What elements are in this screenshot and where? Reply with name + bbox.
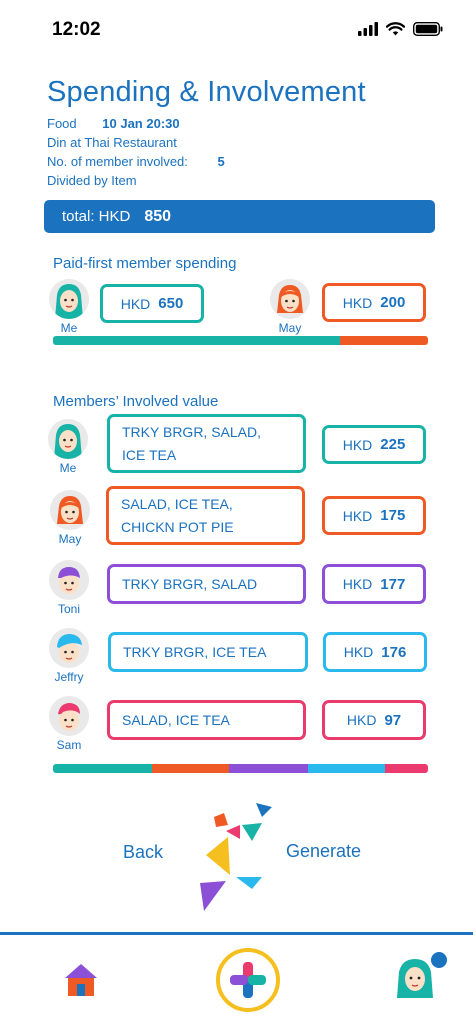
share-segment-toni	[229, 764, 308, 773]
items-line: CHICKN POT PIE	[121, 518, 234, 535]
paid-avatar-me[interactable]: Me	[44, 279, 94, 335]
avatar	[49, 628, 89, 668]
currency-label: HKD	[342, 294, 373, 311]
involved-avatar-may[interactable]: May	[45, 490, 95, 546]
total-value: 850	[144, 207, 172, 225]
involved-amount-jeffry: HKD 176	[323, 632, 427, 672]
page-title: Spending & Involvement	[47, 76, 366, 108]
involved-avatar-sam[interactable]: Sam	[44, 696, 94, 752]
back-button[interactable]: Back	[123, 842, 163, 863]
battery-icon	[413, 22, 443, 36]
place-line: Din at Thai Restaurant	[47, 135, 177, 150]
share-segment-me	[53, 764, 153, 773]
amount-value: 97	[384, 711, 402, 729]
paid-avatar-may[interactable]: May	[265, 279, 315, 335]
involved-amount-may: HKD 175	[322, 496, 426, 535]
avatar	[270, 279, 310, 319]
avatar	[49, 560, 89, 600]
amount-value: 650	[158, 295, 184, 312]
involved-share-bar	[53, 764, 428, 773]
items-box-jeffry[interactable]: TRKY BRGR, ICE TEA	[108, 632, 308, 672]
items-box-me[interactable]: TRKY BRGR, SALAD, ICE TEA	[107, 414, 306, 473]
time-value: 20:30	[146, 116, 180, 131]
profile-icon[interactable]	[393, 950, 451, 1000]
share-segment-may	[339, 336, 428, 345]
split-method: Divided by Item	[47, 173, 137, 188]
items-line: TRKY BRGR, ICE TEA	[123, 643, 267, 660]
involved-name-sam: Sam	[56, 738, 82, 752]
total-label: total: HKD	[62, 208, 131, 225]
status-time: 12:02	[52, 19, 101, 40]
status-icons	[358, 22, 443, 36]
amount-value: 177	[380, 575, 406, 593]
tangram-logo-icon	[200, 803, 272, 911]
currency-label: HKD	[342, 507, 373, 524]
involved-avatar-me[interactable]: Me	[43, 419, 93, 475]
avatar	[49, 696, 89, 736]
items-line: TRKY BRGR, SALAD,	[122, 423, 262, 440]
share-segment-me	[53, 336, 340, 345]
items-line: SALAD, ICE TEA	[122, 711, 230, 728]
currency-label: HKD	[342, 576, 373, 592]
share-segment-may	[152, 764, 230, 773]
amount-value: 175	[380, 507, 406, 524]
members-line: No. of member involved: 5	[47, 154, 225, 169]
items-line: SALAD, ICE TEA,	[121, 495, 233, 512]
members-count: 5	[217, 154, 225, 169]
add-icon[interactable]	[215, 947, 281, 1013]
involved-amount-toni: HKD 177	[322, 564, 426, 604]
involved-name-me: Me	[59, 461, 77, 475]
status-bar: 12:02	[0, 0, 473, 58]
currency-label: HKD	[342, 436, 373, 453]
involved-avatar-toni[interactable]: Toni	[44, 560, 94, 616]
date-value: 10 Jan	[102, 116, 143, 131]
paid-name-me: Me	[60, 321, 78, 335]
paid-amount-me: HKD 650	[100, 284, 204, 323]
items-line: ICE TEA	[122, 446, 177, 463]
items-line: TRKY BRGR, SALAD	[122, 575, 258, 592]
share-segment-sam	[385, 764, 428, 773]
currency-label: HKD	[343, 644, 374, 660]
wifi-icon	[386, 22, 405, 36]
generate-button[interactable]: Generate	[286, 841, 361, 862]
paid-amount-may: HKD 200	[322, 283, 426, 322]
home-icon[interactable]	[63, 962, 99, 998]
involved-name-may: May	[58, 532, 82, 546]
paid-first-title: Paid-first member spending	[53, 255, 237, 272]
items-box-sam[interactable]: SALAD, ICE TEA	[107, 700, 306, 740]
items-box-toni[interactable]: TRKY BRGR, SALAD	[107, 564, 306, 604]
info-category-line: Food 10 Jan 20:30	[47, 116, 180, 131]
total-bar: total: HKD 850	[44, 200, 435, 233]
paid-share-bar	[53, 336, 428, 345]
involved-title: Members’ Involved value	[53, 393, 219, 410]
involved-amount-me: HKD 225	[322, 425, 426, 464]
category-label: Food	[47, 116, 77, 131]
currency-label: HKD	[120, 295, 151, 312]
share-segment-jeffry	[307, 764, 386, 773]
signal-icon	[358, 22, 378, 36]
amount-value: 200	[380, 294, 406, 311]
items-box-may[interactable]: SALAD, ICE TEA, CHICKN POT PIE	[106, 486, 305, 545]
avatar	[49, 279, 89, 319]
avatar	[48, 419, 88, 459]
members-label: No. of member involved:	[47, 154, 188, 169]
involved-name-toni: Toni	[57, 602, 80, 616]
bottom-nav	[0, 932, 473, 1024]
amount-value: 225	[380, 436, 406, 453]
involved-name-jeffry: Jeffry	[54, 670, 84, 684]
amount-value: 176	[381, 643, 407, 661]
currency-label: HKD	[346, 712, 377, 728]
involved-amount-sam: HKD 97	[322, 700, 426, 740]
paid-name-may: May	[278, 321, 302, 335]
involved-avatar-jeffry[interactable]: Jeffry	[44, 628, 94, 684]
avatar	[50, 490, 90, 530]
